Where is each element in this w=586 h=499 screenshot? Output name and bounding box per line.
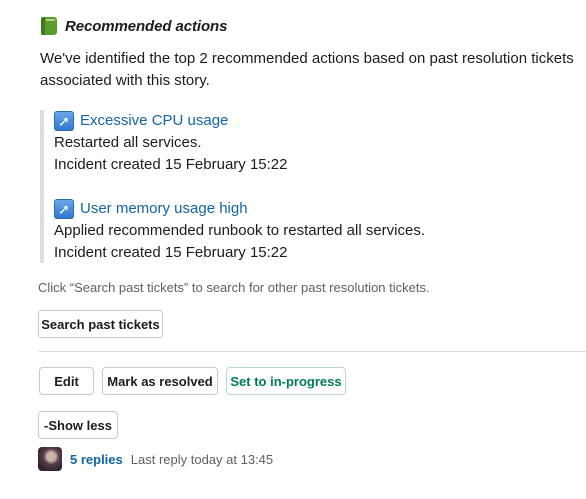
action-item: ➚ User memory usage high Applied recomme… [54,198,560,264]
avatar[interactable] [38,447,62,471]
action-description: Applied recommended runbook to restarted… [54,222,426,239]
arrow-up-right-icon: ➚ [54,111,74,131]
green-book-icon [40,16,58,36]
action-link[interactable]: Excessive CPU usage [80,110,228,132]
recommended-actions-message: Recommended actions We've identified the… [0,0,586,499]
action-created: Incident created 15 February 15:22 [54,156,288,173]
arrow-up-right-icon: ➚ [54,199,74,219]
search-past-tickets-button[interactable]: Search past tickets [38,310,163,338]
intro-text: We've identified the top 2 recommended a… [40,50,574,89]
message-header: Recommended actions [40,16,227,36]
action-item: ➚ Excessive CPU usage Restarted all serv… [54,110,560,176]
last-reply-text: Last reply today at 13:45 [130,451,274,467]
divider [38,351,586,352]
hint-text: Click “Search past tickets” to search fo… [38,280,430,295]
thread-summary: 5 replies Last reply today at 13:45 [38,447,273,471]
recommended-actions-list: ➚ Excessive CPU usage Restarted all serv… [40,110,560,263]
action-created: Incident created 15 February 15:22 [54,244,288,261]
mark-as-resolved-button[interactable]: Mark as resolved [102,367,218,395]
set-in-progress-button[interactable]: Set to in-progress [226,367,346,395]
action-description: Restarted all services. [54,134,202,151]
show-less-button[interactable]: -Show less [38,411,118,439]
replies-link[interactable]: 5 replies [70,452,123,467]
action-link[interactable]: User memory usage high [80,198,248,220]
edit-button[interactable]: Edit [39,367,94,395]
message-title: Recommended actions [65,17,228,35]
